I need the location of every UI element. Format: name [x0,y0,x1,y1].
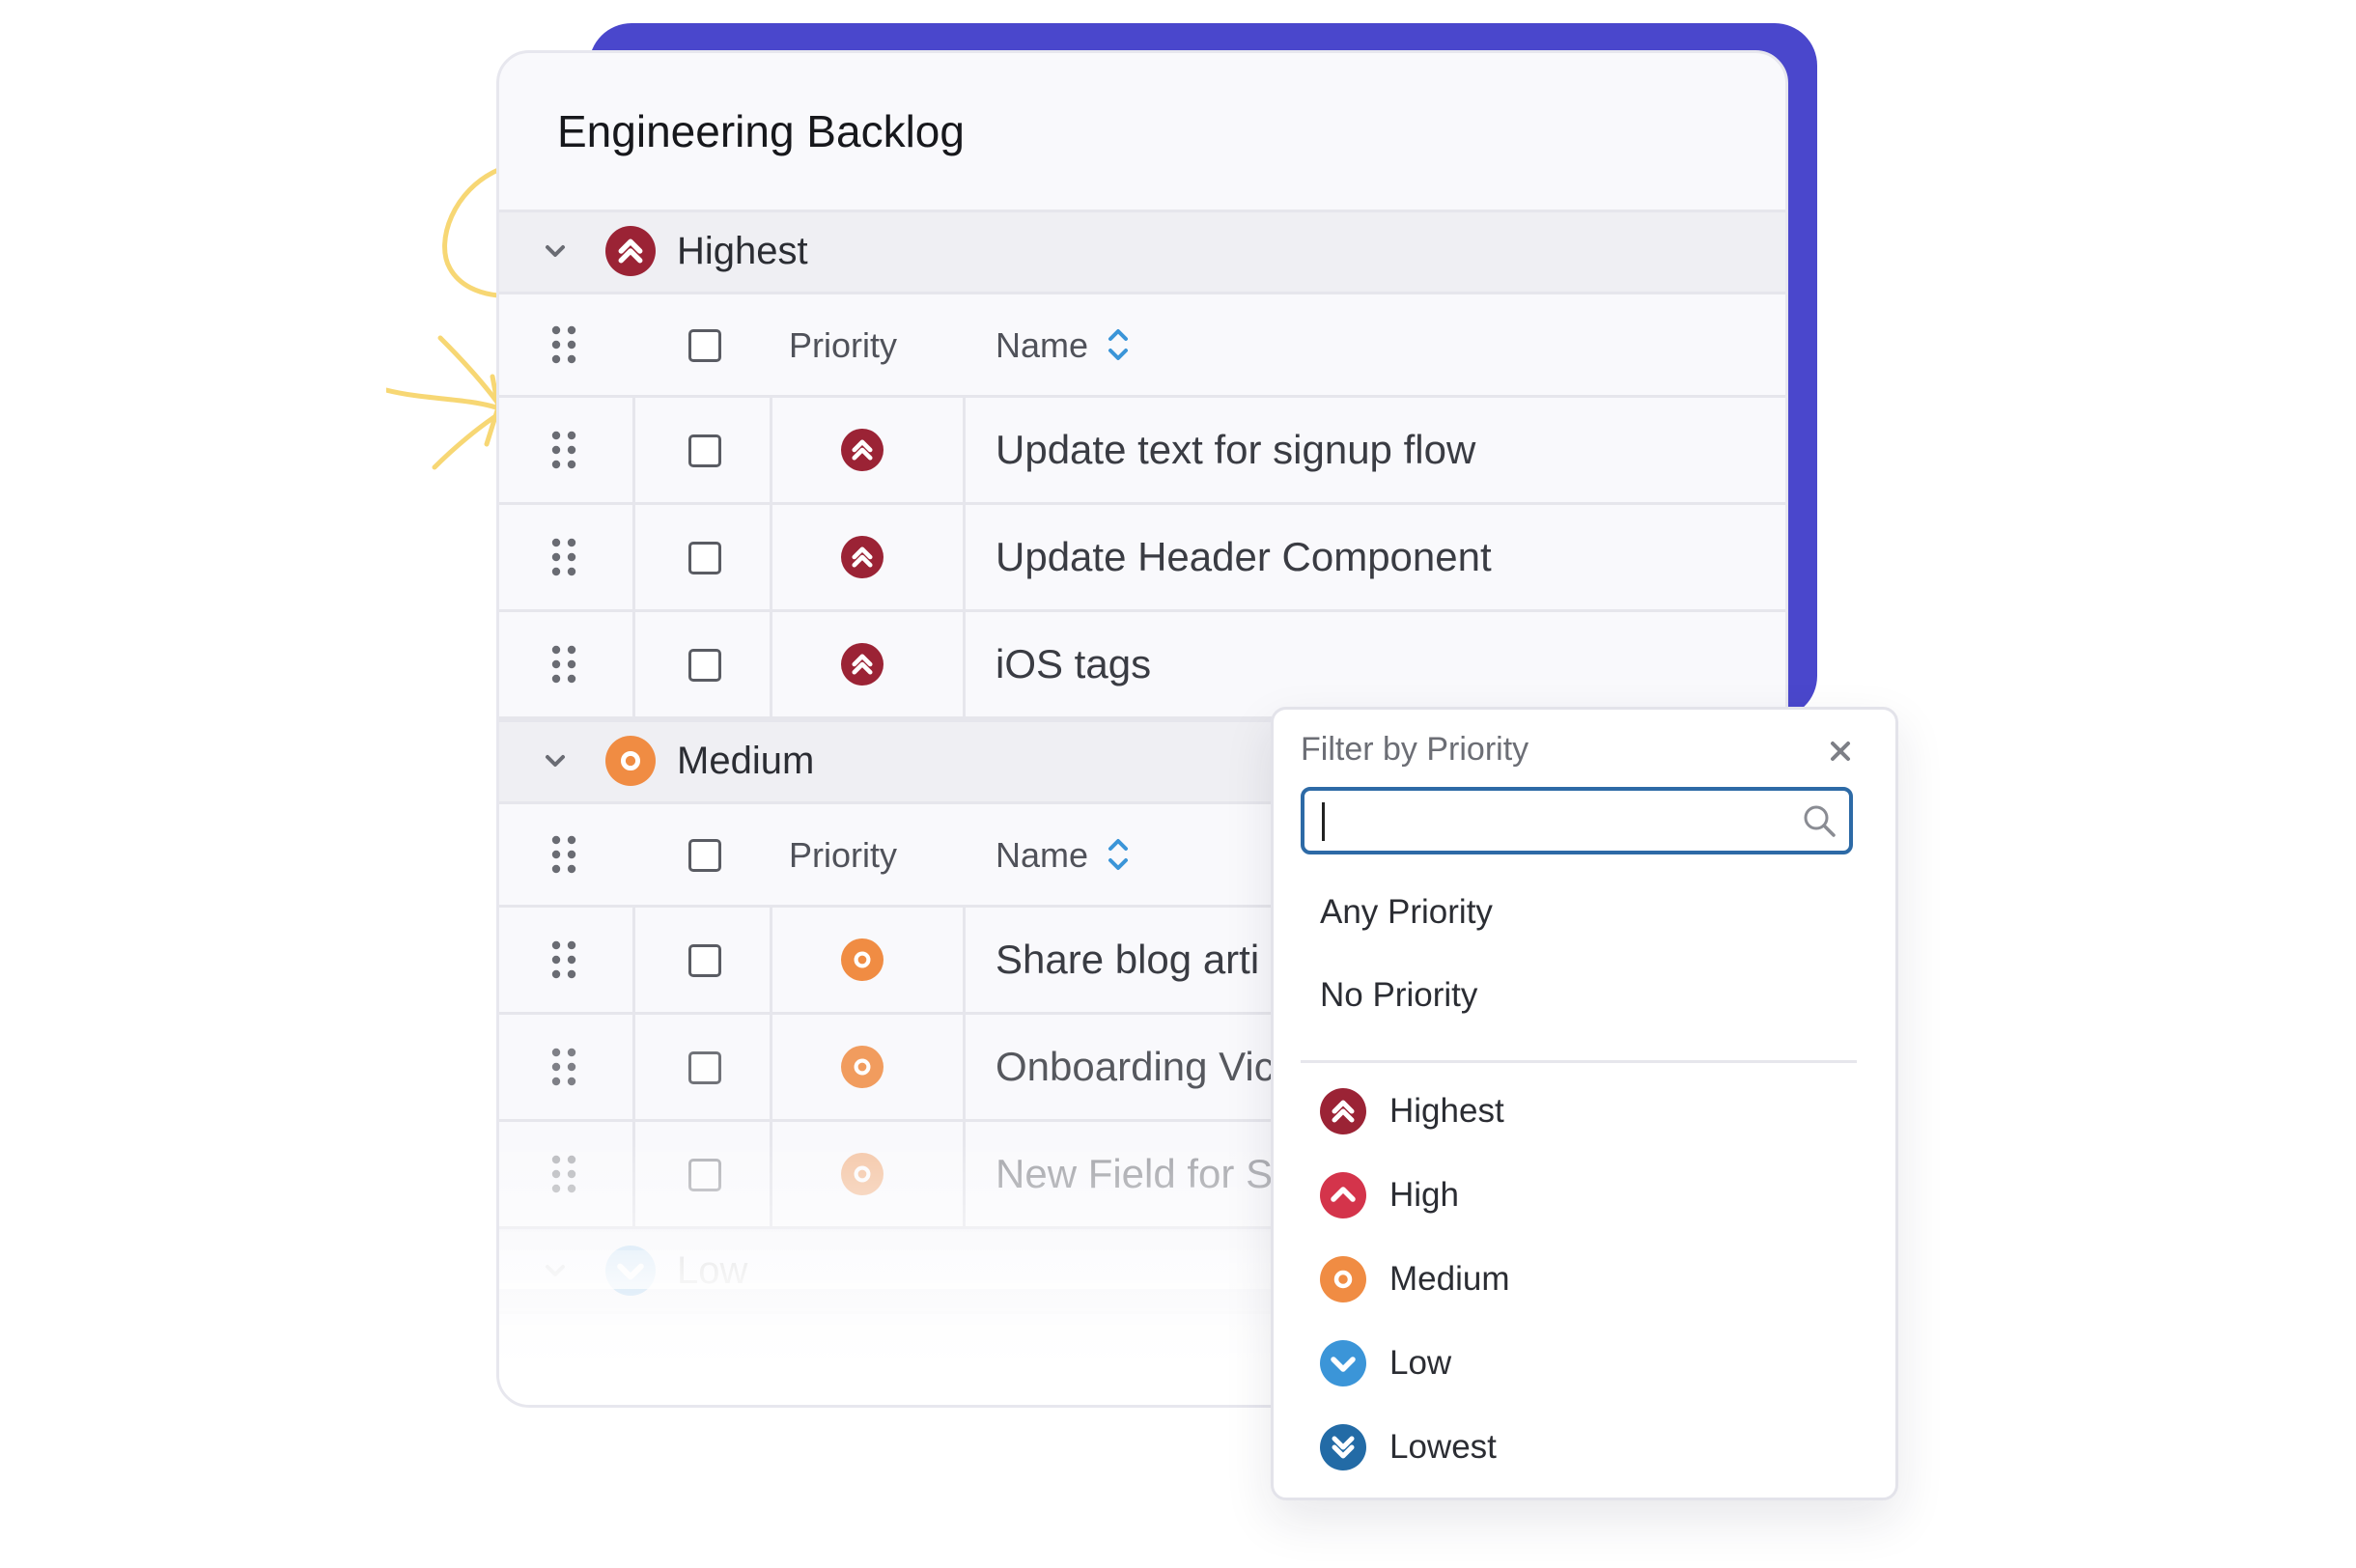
drag-handle-icon[interactable] [551,431,576,469]
filter-option-label: Highest [1389,1092,1504,1130]
column-header-row: Priority Name [499,294,1785,398]
task-name[interactable]: Onboarding Vic [996,1044,1275,1090]
filter-option-medium[interactable]: Medium [1320,1256,1861,1306]
column-header-name[interactable]: Name [996,325,1088,366]
select-all-checkbox[interactable] [688,839,721,872]
text-cursor [1322,802,1325,841]
table-row[interactable]: iOS tags [499,612,1785,719]
task-name[interactable]: Share blog arti [996,937,1259,983]
row-checkbox[interactable] [688,434,721,467]
sort-icon[interactable] [1106,833,1131,876]
page-title: Engineering Backlog [557,106,965,156]
chevron-down-icon[interactable] [542,238,569,265]
row-content: Update Header Component [499,505,1785,609]
table-row[interactable]: Update text for signup flow [499,398,1785,505]
filter-option-label: High [1389,1176,1459,1214]
filter-option-label: Lowest [1389,1428,1497,1466]
filter-dropdown: Filter by Priority Any Priority No Prior… [1271,707,1898,1500]
filter-divider [1301,1060,1857,1063]
row-checkbox[interactable] [688,542,721,574]
group-label: Medium [677,740,815,782]
drag-handle-icon[interactable] [551,538,576,576]
column-header-name[interactable]: Name [996,835,1088,876]
column-header-priority[interactable]: Priority [789,325,897,366]
drag-handle-icon[interactable] [551,645,576,684]
drag-handle-icon[interactable] [551,940,576,979]
medium-priority-icon [841,1046,884,1088]
filter-option-any-priority[interactable]: Any Priority [1320,893,1493,932]
drag-handle-icon[interactable] [551,325,576,364]
filter-option-label: Medium [1389,1260,1510,1298]
filter-title: Filter by Priority [1301,731,1529,768]
group-label: Highest [677,230,808,272]
column-header-priority[interactable]: Priority [789,835,897,876]
table-row[interactable]: Update Header Component [499,505,1785,612]
drag-handle-icon[interactable] [551,835,576,874]
priority-search-field[interactable] [1301,787,1853,854]
group-header-highest[interactable]: Highest [499,210,1785,294]
filter-option-low[interactable]: Low [1320,1340,1861,1390]
highest-priority-icon [841,429,884,471]
lowest-priority-icon [1320,1424,1366,1470]
row-checkbox[interactable] [688,944,721,977]
close-icon[interactable] [1830,741,1851,762]
row-content: Update text for signup flow [499,398,1785,502]
high-priority-icon [1320,1172,1366,1218]
row-checkbox[interactable] [688,1051,721,1084]
sort-icon[interactable] [1106,323,1131,366]
select-all-checkbox[interactable] [688,329,721,362]
search-icon [1804,805,1836,837]
filter-option-lowest[interactable]: Lowest [1320,1424,1861,1474]
drag-handle-icon[interactable] [551,1048,576,1086]
highest-priority-icon [841,643,884,686]
row-checkbox[interactable] [688,649,721,682]
highest-priority-icon [841,536,884,578]
priority-search-input[interactable] [1320,797,1787,847]
highest-priority-icon [605,226,656,276]
filter-option-high[interactable]: High [1320,1172,1861,1222]
task-name[interactable]: Update Header Component [996,534,1492,580]
task-name[interactable]: Update text for signup flow [996,427,1475,473]
medium-priority-icon [605,736,656,786]
filter-option-no-priority[interactable]: No Priority [1320,976,1477,1015]
filter-option-label: Low [1389,1344,1452,1382]
task-name[interactable]: iOS tags [996,641,1151,687]
low-priority-icon [1320,1340,1366,1386]
filter-option-highest[interactable]: Highest [1320,1088,1861,1138]
chevron-down-icon[interactable] [542,747,569,774]
medium-priority-icon [1320,1256,1366,1302]
medium-priority-icon [841,938,884,981]
row-content: iOS tags [499,612,1785,716]
highest-priority-icon [1320,1088,1366,1134]
